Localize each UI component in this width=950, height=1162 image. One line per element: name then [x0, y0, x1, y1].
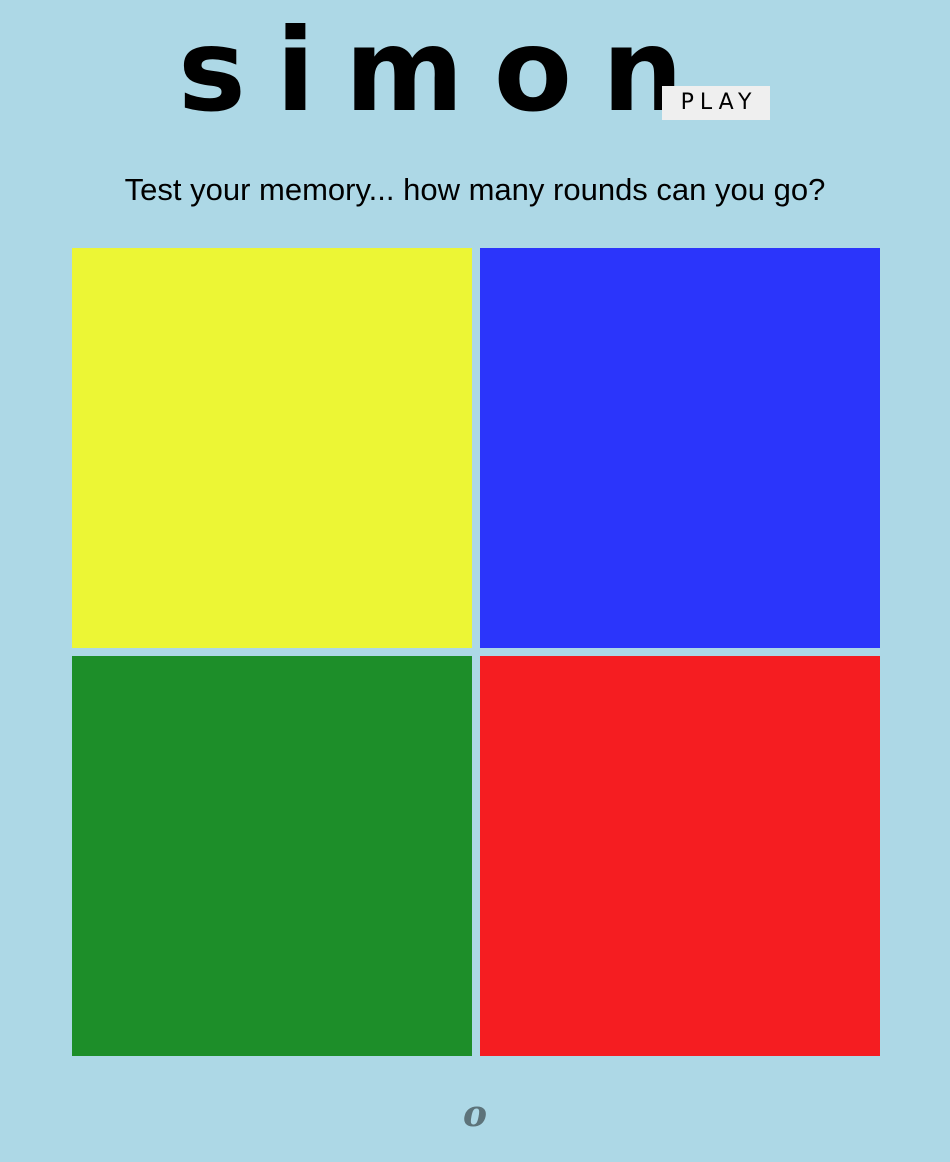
game-board [72, 248, 880, 1056]
yellow-pad[interactable] [72, 248, 472, 648]
red-pad[interactable] [480, 656, 880, 1056]
header: simon PLAY [0, 0, 950, 140]
blue-pad[interactable] [480, 248, 880, 648]
game-title: simon [178, 4, 714, 137]
play-button[interactable]: PLAY [662, 86, 770, 120]
o-logo-icon[interactable]: o [455, 1092, 495, 1136]
subtitle: Test your memory... how many rounds can … [124, 172, 826, 207]
green-pad[interactable] [72, 656, 472, 1056]
